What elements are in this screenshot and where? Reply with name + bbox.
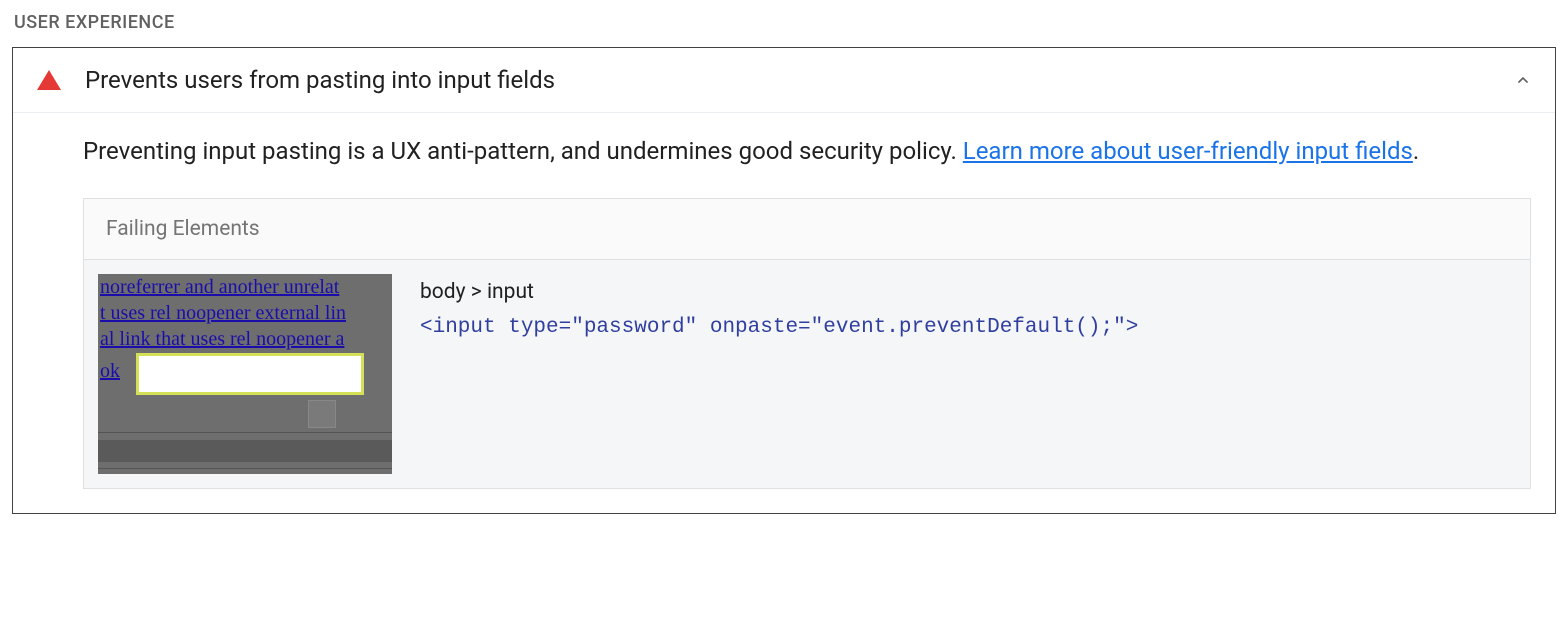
thumb-divider [98, 432, 392, 433]
learn-more-link[interactable]: Learn more about user-friendly input fie… [963, 137, 1413, 165]
element-thumbnail: noreferrer and another unrelat t uses re… [98, 274, 392, 474]
warning-triangle-icon [37, 70, 61, 90]
thumb-text-line: al link that uses rel noopener a [98, 326, 392, 352]
thumb-text-line: t uses rel noopener external lin [98, 300, 392, 326]
audit-description-period: . [1413, 137, 1419, 165]
broken-image-icon [308, 400, 336, 428]
thumb-ok-label: ok [100, 360, 120, 383]
audit-panel: Prevents users from pasting into input f… [12, 47, 1556, 514]
audit-description-text: Preventing input pasting is a UX anti-pa… [83, 137, 963, 165]
element-code-column: body > input <input type="password" onpa… [420, 274, 1516, 339]
element-code-snippet: <input type="password" onpaste="event.pr… [420, 316, 1516, 339]
audit-header[interactable]: Prevents users from pasting into input f… [13, 48, 1555, 113]
audit-description: Preventing input pasting is a UX anti-pa… [83, 133, 1531, 170]
audit-body: Preventing input pasting is a UX anti-pa… [13, 113, 1555, 513]
thumb-divider [98, 468, 392, 469]
table-row: noreferrer and another unrelat t uses re… [84, 260, 1530, 488]
thumb-highlight-box [136, 353, 364, 395]
thumb-text-line: noreferrer and another unrelat [98, 274, 392, 300]
failing-elements-table: Failing Elements noreferrer and another … [83, 198, 1531, 489]
audit-title: Prevents users from pasting into input f… [85, 66, 1515, 94]
thumb-bar [98, 440, 392, 462]
chevron-up-icon [1515, 72, 1531, 88]
table-header: Failing Elements [84, 199, 1530, 260]
element-selector: body > input [420, 280, 1516, 304]
section-heading: USER EXPERIENCE [14, 12, 1556, 33]
